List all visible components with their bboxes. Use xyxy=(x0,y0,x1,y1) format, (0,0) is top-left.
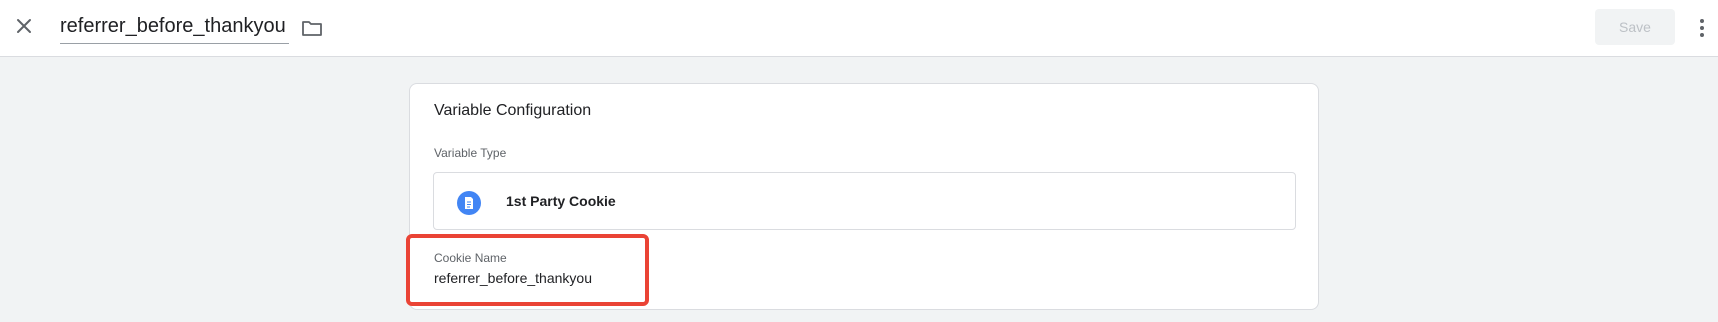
variable-type-value: 1st Party Cookie xyxy=(506,193,616,209)
variable-configuration-card: Variable Configuration Variable Type 1st… xyxy=(409,83,1319,310)
variable-type-selector[interactable]: 1st Party Cookie xyxy=(433,172,1296,230)
variable-name-input[interactable]: referrer_before_thankyou xyxy=(60,12,289,44)
folder-icon xyxy=(302,21,322,36)
variable-type-label: Variable Type xyxy=(434,146,507,160)
close-button[interactable] xyxy=(10,12,38,40)
folder-button[interactable] xyxy=(300,16,324,40)
more-options-button[interactable] xyxy=(1694,16,1710,40)
card-title: Variable Configuration xyxy=(434,102,592,119)
cookie-name-label: Cookie Name xyxy=(434,251,507,265)
close-icon xyxy=(17,19,31,33)
cookie-name-value[interactable]: referrer_before_thankyou xyxy=(434,270,592,286)
top-bar: referrer_before_thankyou Save xyxy=(0,0,1718,57)
document-icon xyxy=(457,191,481,215)
more-vert-icon xyxy=(1700,19,1704,37)
save-button[interactable]: Save xyxy=(1595,9,1675,45)
